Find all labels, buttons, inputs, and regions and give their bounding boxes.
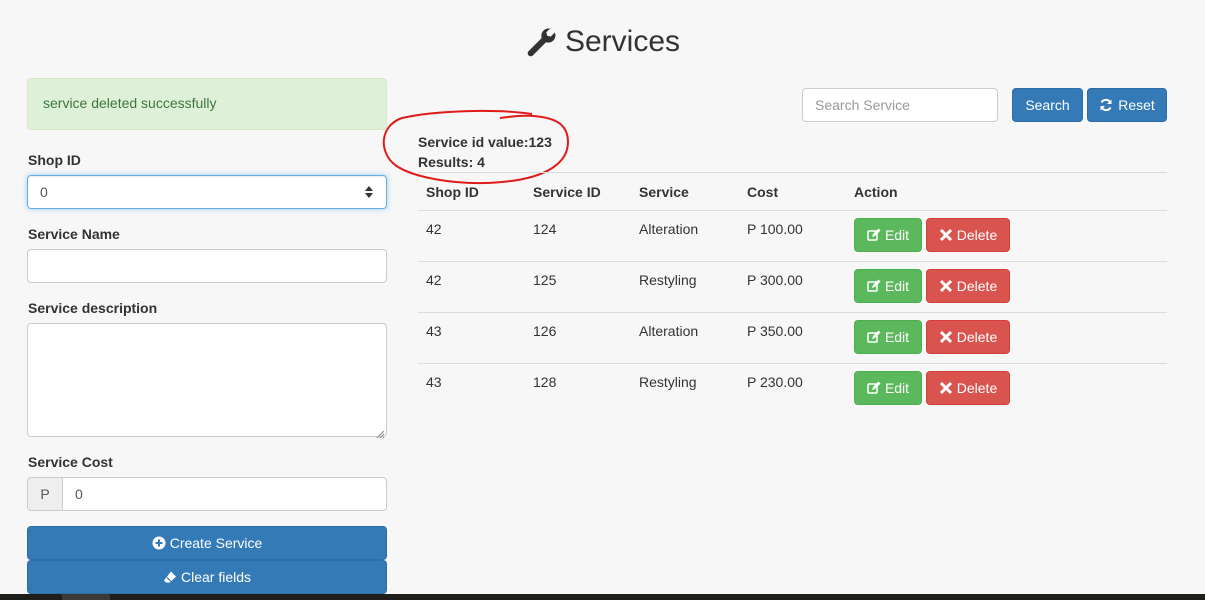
edit-button[interactable]: Edit [854,269,922,303]
resize-grip-icon[interactable] [376,426,385,439]
edit-icon [867,228,881,242]
currency-addon: P [27,477,63,511]
close-icon [939,330,953,344]
edit-label: Edit [884,278,910,294]
shop-id-cell: 43 [426,374,442,390]
table-row: 43 126 Alteration P 350.00 Edit Delete [418,312,1167,363]
page-title-text: Services [564,25,681,58]
page-bottom-strip [0,594,1205,600]
success-alert: service deleted successfully [27,78,387,130]
edit-label: Edit [884,227,910,243]
search-button[interactable]: Search [1012,88,1083,122]
shop-id-value: 0 [40,184,48,200]
service-id-cell: 124 [533,221,557,237]
shop-id-cell: 43 [426,323,442,339]
clear-fields-button[interactable]: Clear fields [27,560,387,594]
close-icon [939,279,953,293]
cost-label: Service Cost [28,454,113,470]
description-textarea[interactable] [27,323,387,437]
table-row: 43 128 Restyling P 230.00 Edit Delete [418,363,1167,414]
service-name-label: Service Name [28,226,120,242]
header-service-id: Service ID [533,184,601,200]
shop-id-cell: 42 [426,272,442,288]
search-button-label: Search [1025,97,1070,113]
delete-label: Delete [956,329,998,345]
create-service-label: Create Service [169,535,263,551]
cost-cell: P 350.00 [747,323,803,339]
table-row: 42 125 Restyling P 300.00 Edit Delete [418,261,1167,312]
cost-input-group: P 0 [27,477,387,511]
shop-id-input[interactable]: 0 [27,175,387,209]
header-action: Action [854,184,898,200]
close-icon [939,228,953,242]
service-name-input[interactable] [27,249,387,283]
results-count: Results: 4 [418,154,485,170]
dark-block [62,594,110,600]
page-title: Services [0,20,1205,64]
service-id-info: Service id value:123 [418,134,552,150]
edit-label: Edit [884,329,910,345]
header-shop-id: Shop ID [426,184,479,200]
refresh-icon [1099,98,1113,112]
header-cost: Cost [747,184,779,200]
service-cell: Restyling [639,272,697,288]
delete-button[interactable]: Delete [926,218,1010,252]
delete-button[interactable]: Delete [926,320,1010,354]
search-input[interactable]: Search Service [802,88,998,122]
edit-button[interactable]: Edit [854,371,922,405]
plus-circle-icon [152,536,166,550]
edit-label: Edit [884,380,910,396]
delete-label: Delete [956,278,998,294]
service-id-cell: 126 [533,323,557,339]
close-icon [939,381,953,395]
edit-button[interactable]: Edit [854,218,922,252]
service-id-cell: 128 [533,374,557,390]
delete-button[interactable]: Delete [926,269,1010,303]
service-cell: Alteration [639,221,699,237]
service-cell: Alteration [639,323,699,339]
edit-icon [867,279,881,293]
shop-id-label: Shop ID [28,152,81,168]
delete-button[interactable]: Delete [926,371,1010,405]
eraser-icon [163,570,177,584]
service-id-cell: 125 [533,272,557,288]
services-table: Shop ID Service ID Service Cost Action 4… [418,172,1167,414]
edit-icon [867,330,881,344]
wrench-icon [525,26,557,58]
delete-label: Delete [956,380,998,396]
table-header-row: Shop ID Service ID Service Cost Action [418,172,1167,210]
cost-input[interactable]: 0 [63,477,387,511]
cost-cell: P 100.00 [747,221,803,237]
reset-button[interactable]: Reset [1087,88,1167,122]
edit-button[interactable]: Edit [854,320,922,354]
cost-cell: P 230.00 [747,374,803,390]
service-cell: Restyling [639,374,697,390]
cost-cell: P 300.00 [747,272,803,288]
table-row: 42 124 Alteration P 100.00 Edit Delete [418,210,1167,261]
edit-icon [867,381,881,395]
shop-id-cell: 42 [426,221,442,237]
header-service: Service [639,184,689,200]
delete-label: Delete [956,227,998,243]
description-label: Service description [28,300,158,316]
create-service-button[interactable]: Create Service [27,526,387,560]
reset-button-label: Reset [1118,97,1155,113]
spinner-arrows-icon[interactable] [364,184,374,200]
clear-fields-label: Clear fields [180,569,252,585]
